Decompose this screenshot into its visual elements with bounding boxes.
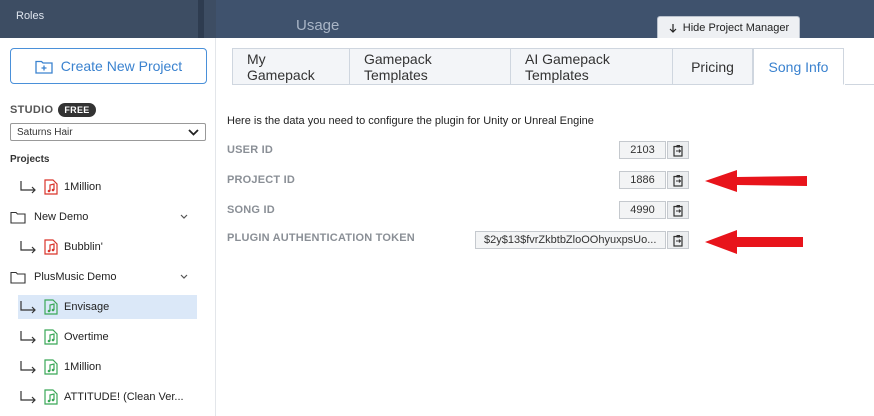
arrow-down-icon — [669, 23, 677, 33]
music-file-icon — [44, 389, 58, 405]
user-id-label: USER ID — [227, 144, 274, 156]
tab-ai-gamepack-templates[interactable]: AI Gamepack Templates — [510, 48, 672, 85]
folder-icon — [10, 271, 26, 284]
studio-select-value: Saturns Hair — [17, 126, 73, 138]
tree-item-label: 1Million — [64, 181, 102, 193]
copy-icon — [672, 234, 683, 247]
music-file-icon — [44, 299, 58, 315]
plugin-token-field[interactable]: $2y$13$fvrZkbtbZloOOhyuxpsUo... — [475, 231, 666, 249]
copy-song-id-button[interactable] — [667, 201, 689, 219]
copy-icon — [672, 204, 683, 217]
sub-item-arrow-icon — [20, 361, 36, 374]
tree-song-item[interactable]: 1Million — [18, 175, 196, 199]
annotation-arrow-icon — [705, 170, 807, 192]
tree-item-label: Envisage — [64, 301, 110, 313]
hide-project-manager-button[interactable]: Hide Project Manager — [657, 16, 800, 38]
copy-plugin-token-button[interactable] — [667, 231, 689, 249]
tree-song-item[interactable]: ATTITUDE! (Clean Ver... — [18, 385, 196, 409]
plugin-token-label: PLUGIN AUTHENTICATION TOKEN — [227, 232, 415, 244]
tree-song-item[interactable]: 1Million — [18, 355, 196, 379]
sub-item-arrow-icon — [20, 331, 36, 344]
project-sidebar: Create New Project STUDIO FREE Saturns H… — [0, 38, 216, 416]
project-id-label: PROJECT ID — [227, 174, 296, 186]
copy-project-id-button[interactable] — [667, 171, 689, 189]
studio-label: STUDIO — [10, 104, 54, 116]
folder-icon — [10, 211, 26, 224]
sub-item-arrow-icon — [20, 391, 36, 404]
sub-item-arrow-icon — [20, 301, 36, 314]
music-file-icon — [44, 179, 58, 195]
tree-song-item-selected[interactable]: Envisage — [18, 295, 197, 319]
song-id-field[interactable]: 4990 — [619, 201, 666, 219]
chevron-down-icon — [188, 128, 199, 136]
header-divider — [198, 0, 204, 38]
sub-item-arrow-icon — [20, 181, 36, 194]
tree-item-label: New Demo — [34, 211, 89, 223]
tree-folder-item[interactable]: PlusMusic Demo — [10, 265, 196, 289]
roles-label[interactable]: Roles — [16, 10, 44, 22]
project-id-field[interactable]: 1886 — [619, 171, 666, 189]
tree-item-label: ATTITUDE! (Clean Ver... — [64, 391, 184, 403]
tree-folder-item[interactable]: New Demo — [10, 205, 196, 229]
copy-user-id-button[interactable] — [667, 141, 689, 159]
studio-heading: STUDIO FREE — [10, 103, 96, 117]
plan-badge: FREE — [58, 103, 96, 117]
add-folder-icon — [35, 60, 53, 74]
chevron-down-icon[interactable] — [180, 274, 188, 280]
chevron-down-icon[interactable] — [180, 214, 188, 220]
create-new-project-button[interactable]: Create New Project — [10, 48, 207, 84]
sidebar-header: Roles — [0, 0, 216, 38]
hide-project-manager-label: Hide Project Manager — [682, 21, 790, 34]
sub-item-arrow-icon — [20, 241, 36, 254]
tab-pricing[interactable]: Pricing — [672, 48, 753, 85]
usage-label[interactable]: Usage — [296, 17, 339, 34]
tree-item-label: Bubblin' — [64, 241, 103, 253]
projects-label: Projects — [10, 154, 50, 165]
studio-select[interactable]: Saturns Hair — [10, 123, 206, 141]
tab-label: Pricing — [691, 58, 734, 75]
copy-icon — [672, 144, 683, 157]
tab-bar: My Gamepack Gamepack Templates AI Gamepa… — [232, 48, 844, 85]
tab-label: Song Info — [768, 58, 829, 75]
tab-label: My Gamepack — [247, 50, 315, 83]
tree-item-label: Overtime — [64, 331, 109, 343]
music-file-icon — [44, 239, 58, 255]
intro-text: Here is the data you need to configure t… — [227, 115, 594, 127]
tree-item-label: PlusMusic Demo — [34, 271, 117, 283]
tab-gamepack-templates[interactable]: Gamepack Templates — [349, 48, 510, 85]
tree-song-item[interactable]: Bubblin' — [18, 235, 196, 259]
user-id-field[interactable]: 2103 — [619, 141, 666, 159]
song-id-label: SONG ID — [227, 204, 275, 216]
music-file-icon — [44, 329, 58, 345]
tab-label: Gamepack Templates — [364, 50, 432, 83]
copy-icon — [672, 174, 683, 187]
tree-item-label: 1Million — [64, 361, 102, 373]
create-new-project-label: Create New Project — [60, 58, 183, 74]
tab-song-info[interactable]: Song Info — [753, 48, 844, 85]
annotation-arrow-icon — [705, 230, 803, 254]
tab-my-gamepack[interactable]: My Gamepack — [232, 48, 349, 85]
tree-song-item[interactable]: Overtime — [18, 325, 196, 349]
music-file-icon — [44, 359, 58, 375]
tab-baseline — [845, 84, 874, 85]
tab-label: AI Gamepack Templates — [525, 50, 610, 83]
